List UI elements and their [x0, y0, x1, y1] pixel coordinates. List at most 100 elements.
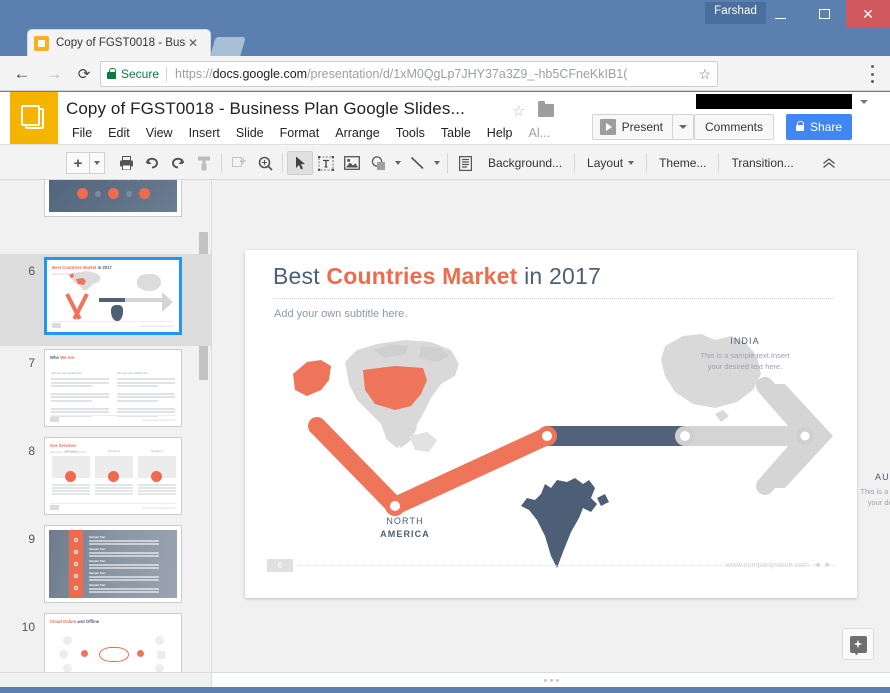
tab-strip: Copy of FGST0018 - Busi ✕ — [0, 28, 890, 56]
address-bar[interactable]: Secure https://docs.google.com/presentat… — [100, 61, 718, 87]
comments-button[interactable]: Comments — [694, 114, 774, 140]
slide-thumbnail[interactable]: Who We Are Add your own subtitle here. A… — [44, 349, 182, 427]
browser-tab[interactable]: Copy of FGST0018 - Busi ✕ — [28, 30, 210, 56]
prev-icon[interactable]: ◄ — [813, 560, 824, 569]
current-slide[interactable]: Best Countries Market in 2017 Add your o… — [245, 250, 857, 598]
redo-button[interactable] — [165, 151, 191, 175]
slide-thumbnail[interactable]: Best Countries Market in 2017 Add your o… — [44, 257, 182, 335]
caret-down-icon — [395, 161, 401, 165]
tab-close-icon[interactable]: ✕ — [186, 37, 200, 49]
menu-overflow[interactable]: Al... — [521, 124, 559, 142]
layout-button[interactable]: Layout — [579, 151, 642, 175]
thumb-circle-icon — [139, 188, 150, 199]
region-label-north-america[interactable]: NORTHAMERICA — [345, 515, 465, 541]
menu-insert[interactable]: Insert — [181, 124, 228, 142]
menu-edit[interactable]: Edit — [100, 124, 138, 142]
present-label: Present — [622, 120, 663, 134]
line-options-button[interactable] — [430, 151, 443, 175]
thumb-circle-icon — [65, 471, 76, 482]
browser-window: Farshad ✕ Copy of FGST0018 - Busi ✕ ← → … — [0, 0, 890, 693]
slide-subtitle[interactable]: Add your own subtitle here. — [274, 308, 407, 320]
menu-file[interactable]: File — [64, 124, 100, 142]
slide-thumbnail[interactable]: Cloud Online and Offline www.companyname… — [44, 613, 182, 672]
region-label-australia[interactable]: AUSTRALIA — [845, 472, 890, 482]
list-item-selected[interactable]: 6 Best Countries Market in 2017 Add your… — [0, 254, 212, 346]
user-account-chip[interactable]: Farshad — [705, 2, 766, 24]
minimize-button[interactable] — [758, 0, 802, 28]
bookmark-star-icon[interactable]: ☆ — [698, 66, 711, 83]
insert-image-button[interactable] — [339, 151, 365, 175]
arrow-shaft-dark — [545, 426, 685, 446]
collapse-toolbar-button[interactable] — [816, 151, 842, 175]
fit-to-screen-button[interactable] — [226, 151, 252, 175]
slide-canvas-area[interactable]: Best Countries Market in 2017 Add your o… — [212, 180, 890, 672]
present-button[interactable]: Present — [592, 114, 672, 140]
shape-options-button[interactable] — [391, 151, 404, 175]
menu-help[interactable]: Help — [479, 124, 521, 142]
new-slide-button[interactable]: + — [66, 152, 90, 174]
drag-handle-icon[interactable] — [544, 679, 559, 682]
thumb-circle-icon — [95, 191, 101, 197]
next-icon[interactable]: ► — [824, 560, 835, 569]
text-box-button[interactable] — [313, 151, 339, 175]
menu-table[interactable]: Table — [433, 124, 479, 142]
close-window-button[interactable]: ✕ — [846, 0, 890, 28]
slide-filmstrip[interactable]: 5 LOREM IPSUM IS SIMPLY DUMMY TEXT Lorem… — [0, 180, 212, 672]
slide-thumbnail[interactable]: LOREM IPSUM IS SIMPLY DUMMY TEXT Lorem i… — [44, 180, 182, 217]
new-slide-options-button[interactable] — [90, 152, 105, 174]
kebab-menu-icon[interactable] — [864, 65, 880, 83]
background-button[interactable]: Background... — [480, 151, 570, 175]
google-slides-logo-icon[interactable] — [10, 92, 58, 144]
region-text-australia[interactable]: This is a sample text.Insertyour desired… — [825, 486, 890, 509]
region-text-india[interactable]: This is a sample text.Insertyour desired… — [665, 350, 825, 373]
zoom-button[interactable] — [252, 151, 278, 175]
select-tool-button[interactable] — [287, 151, 313, 175]
menu-bar: File Edit View Insert Slide Format Arran… — [64, 124, 558, 142]
maximize-icon — [819, 9, 830, 19]
filmstrip-bottom-pad — [0, 672, 212, 687]
menu-format[interactable]: Format — [272, 124, 328, 142]
back-icon[interactable]: ← — [12, 64, 32, 84]
paint-format-button[interactable] — [191, 151, 217, 175]
slide-thumbnail[interactable]: Our Services Add your own subtitle here.… — [44, 437, 182, 515]
move-to-folder-icon[interactable] — [538, 104, 554, 117]
list-item[interactable]: 10 Cloud Online and Offline — [0, 610, 212, 672]
menu-view[interactable]: View — [138, 124, 181, 142]
layout-icon-button[interactable] — [452, 151, 478, 175]
list-item[interactable]: 8 Our Services Add your own subtitle her… — [0, 434, 212, 520]
transition-button[interactable]: Transition... — [723, 151, 801, 175]
star-document-icon[interactable]: ☆ — [512, 102, 525, 120]
speaker-notes-bar[interactable] — [212, 672, 890, 687]
maximize-button[interactable] — [802, 0, 846, 28]
thumb-arrow-head — [162, 292, 173, 312]
undo-button[interactable] — [139, 151, 165, 175]
slide-title[interactable]: Best Countries Market in 2017 — [273, 263, 601, 290]
slide-footer-nav[interactable]: ◄► — [813, 560, 835, 569]
caret-down-icon — [434, 161, 440, 165]
thumb-website: www.companyname.com — [141, 324, 174, 328]
menu-tools[interactable]: Tools — [388, 124, 433, 142]
explore-button[interactable] — [842, 628, 874, 660]
present-options-button[interactable] — [672, 114, 694, 140]
slide-thumbnail[interactable]: Sample Text Sample Text Sample Text Samp… — [44, 525, 182, 603]
line-button[interactable] — [404, 151, 430, 175]
list-item[interactable]: 7 Who We Are Add your own subtitle here. — [0, 346, 212, 432]
new-tab-button[interactable] — [210, 37, 245, 56]
thumb-rule — [50, 503, 176, 504]
thumb-node-icon — [155, 636, 164, 645]
menu-arrange[interactable]: Arrange — [327, 124, 387, 142]
menu-slide[interactable]: Slide — [228, 124, 272, 142]
title-accent: Countries Market — [326, 263, 517, 289]
print-button[interactable] — [113, 151, 139, 175]
thumb-card-label: Services 1 — [52, 450, 90, 453]
shape-button[interactable] — [365, 151, 391, 175]
document-title[interactable]: Copy of FGST0018 - Business Plan Google … — [66, 99, 465, 119]
theme-button[interactable]: Theme... — [651, 151, 714, 175]
list-item[interactable]: 5 LOREM IPSUM IS SIMPLY DUMMY TEXT Lorem… — [0, 180, 212, 222]
region-label-india[interactable]: INDIA — [685, 336, 805, 346]
thumb-card-label: Services 2 — [95, 450, 133, 453]
list-item[interactable]: 9 Sample Text Sample Text — [0, 522, 212, 608]
account-caret-icon[interactable] — [860, 100, 868, 104]
reload-icon[interactable]: ⟳ — [74, 64, 94, 84]
share-button[interactable]: Share — [786, 114, 852, 140]
